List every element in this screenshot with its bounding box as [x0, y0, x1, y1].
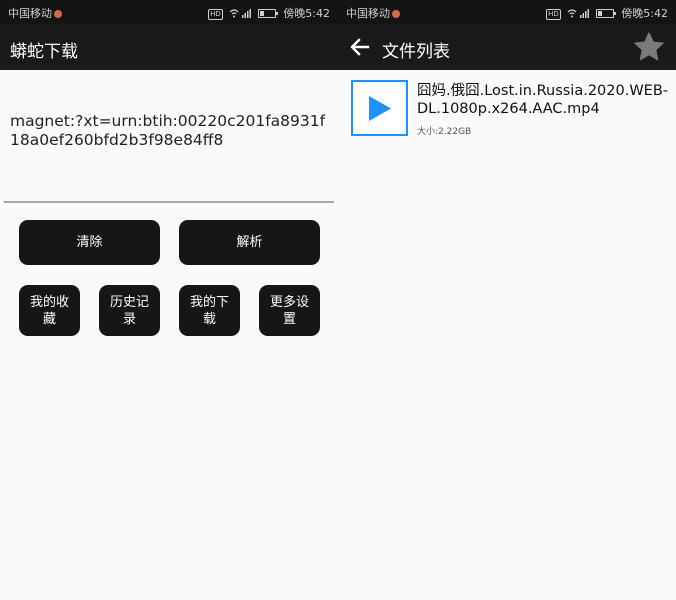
history-button[interactable]: 历史记录 [99, 285, 160, 336]
battery-icon [257, 9, 278, 18]
status-bar: 中国移动 HD 傍晚5:42 [338, 0, 676, 24]
clear-button[interactable]: 清除 [19, 220, 160, 265]
favorites-button[interactable]: 我的收藏 [19, 285, 80, 336]
app-title: 文件列表 [382, 42, 450, 62]
status-time: 傍晚5:42 [283, 7, 330, 20]
video-thumbnail [351, 80, 408, 136]
signal-icon [229, 8, 252, 18]
signal-icon [567, 8, 590, 18]
more-settings-button[interactable]: 更多设置 [259, 285, 320, 336]
input-underline [4, 201, 334, 203]
battery-icon [595, 9, 616, 18]
main-screen: 中国移动 HD 傍晚5:42 蟒蛇下载 magnet:?xt=urn:btih:… [0, 0, 338, 600]
app-bar: 文件列表 [338, 24, 676, 70]
carrier-name: 中国移动 [346, 7, 390, 20]
status-time: 傍晚5:42 [621, 7, 668, 20]
status-right: HD 傍晚5:42 [546, 5, 668, 21]
status-right: HD 傍晚5:42 [208, 5, 330, 21]
play-icon [369, 96, 391, 121]
notification-icon [54, 10, 62, 18]
file-list-screen: 中国移动 HD 傍晚5:42 文件列表 囧妈.俄囧.Lost.in.Russia… [338, 0, 676, 600]
hd-icon: HD [546, 9, 561, 20]
carrier-name: 中国移动 [8, 7, 52, 20]
back-arrow-icon[interactable] [348, 35, 372, 59]
star-icon[interactable] [632, 30, 666, 64]
app-bar: 蟒蛇下载 [0, 24, 338, 70]
carrier-label: 中国移动 [8, 5, 62, 21]
my-downloads-button[interactable]: 我的下载 [179, 285, 240, 336]
magnet-input[interactable]: magnet:?xt=urn:btih:00220c201fa8931f18a0… [10, 112, 328, 150]
parse-button[interactable]: 解析 [179, 220, 320, 265]
status-bar: 中国移动 HD 傍晚5:42 [0, 0, 338, 24]
file-size: 大小:2.22GB [417, 127, 472, 137]
notification-icon [392, 10, 400, 18]
file-list-item[interactable]: 囧妈.俄囧.Lost.in.Russia.2020.WEB-DL.1080p.x… [338, 76, 676, 140]
carrier-label: 中国移动 [346, 5, 400, 21]
hd-icon: HD [208, 9, 223, 20]
file-name: 囧妈.俄囧.Lost.in.Russia.2020.WEB-DL.1080p.x… [417, 83, 669, 117]
app-title: 蟒蛇下载 [10, 42, 78, 62]
